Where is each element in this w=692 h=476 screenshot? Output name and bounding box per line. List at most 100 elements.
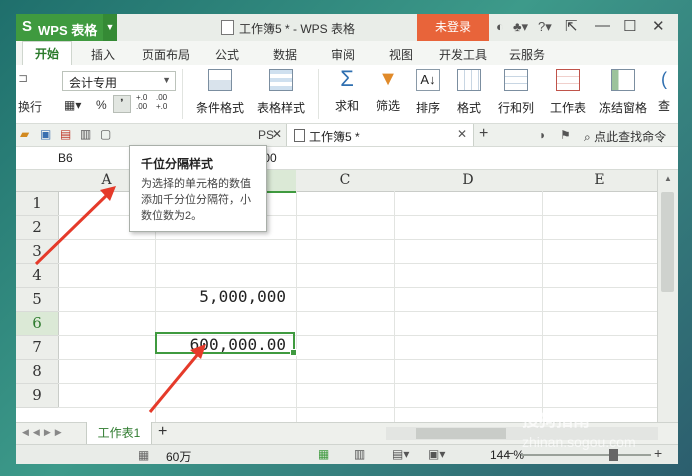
- row-header-5[interactable]: 5: [16, 288, 59, 312]
- column-header-c[interactable]: C: [296, 170, 395, 192]
- row-header-2[interactable]: 2: [16, 216, 59, 240]
- gridline: [58, 335, 657, 336]
- scrollbar-thumb[interactable]: [416, 428, 506, 439]
- row-header-7[interactable]: 7: [16, 336, 59, 360]
- login-button[interactable]: 未登录: [417, 14, 489, 41]
- save-icon[interactable]: ▣: [40, 127, 51, 141]
- row-header-3[interactable]: 3: [16, 240, 59, 264]
- scroll-up-icon[interactable]: ▲: [664, 174, 672, 183]
- vertical-scrollbar[interactable]: ▲: [657, 170, 678, 422]
- row-header-8[interactable]: 8: [16, 360, 59, 384]
- watermark-url: zhinan.sogou.com: [522, 434, 636, 450]
- wps-logo-icon: S: [22, 18, 33, 35]
- zoom-slider[interactable]: [521, 449, 651, 461]
- cell-b4[interactable]: 5,000,000: [156, 287, 286, 306]
- gridline: [58, 311, 657, 312]
- accounting-format-icon[interactable]: ▦▾: [64, 98, 81, 112]
- close-tab-icon[interactable]: ✕: [272, 127, 282, 141]
- zoom-in-icon[interactable]: +: [654, 445, 662, 461]
- page-break-view-icon[interactable]: ▤▾: [392, 447, 409, 461]
- percent-button[interactable]: %: [96, 98, 107, 112]
- gridline: [296, 191, 297, 422]
- document-icon: [221, 20, 234, 35]
- tab-data[interactable]: 数据: [273, 46, 297, 63]
- rows-columns-button[interactable]: 行和列: [490, 69, 542, 116]
- help-icon[interactable]: ?▾: [538, 19, 552, 35]
- filter-button[interactable]: ▼ 筛选: [368, 69, 408, 114]
- chevron-down-icon[interactable]: ▼: [103, 14, 117, 41]
- maximize-icon[interactable]: ☐: [623, 17, 636, 35]
- format-label: 格式: [456, 101, 481, 115]
- row-header-4[interactable]: 4: [16, 264, 59, 288]
- bookmark-icon[interactable]: ◗: [539, 128, 546, 142]
- window-title-text: 工作簿5 * - WPS 表格: [239, 22, 356, 36]
- preview-icon[interactable]: ▢: [100, 127, 111, 141]
- tab-view[interactable]: 视图: [389, 46, 413, 63]
- spreadsheet-grid[interactable]: A B C D E 1 2 3 4 5 6 7 8 9 5,000,000 60…: [16, 170, 658, 422]
- column-header-d[interactable]: D: [394, 170, 543, 192]
- worksheet-button[interactable]: 工作表: [544, 69, 592, 116]
- pdf-icon[interactable]: ▤: [60, 127, 71, 141]
- app-menu-button[interactable]: S WPS 表格 ▼: [16, 14, 117, 41]
- tab-cloud[interactable]: 云服务: [509, 46, 545, 63]
- minimize-icon[interactable]: —: [595, 17, 610, 34]
- sort-button[interactable]: A↓ 排序: [408, 69, 448, 116]
- tab-home[interactable]: 开始: [22, 41, 73, 66]
- new-tab-icon[interactable]: +: [479, 125, 488, 143]
- thousands-separator-button[interactable]: ❜: [113, 95, 131, 113]
- tooltip-description: 为选择的单元格的数值添加千分位分隔符，小数位数为2。: [141, 178, 251, 222]
- zoom-slider-handle[interactable]: [609, 449, 618, 461]
- name-box[interactable]: B6: [58, 151, 73, 165]
- number-format-select[interactable]: 会计专用 ▼: [62, 71, 176, 91]
- row-header-1[interactable]: 1: [16, 192, 59, 216]
- increase-decimal-button[interactable]: +.0 .00: [136, 93, 152, 111]
- page-layout-view-icon[interactable]: ▥: [354, 447, 365, 461]
- close-tab-icon[interactable]: ✕: [457, 127, 467, 141]
- decrease-decimal-button[interactable]: .00 +.0: [156, 93, 172, 111]
- sort-label: 排序: [415, 101, 440, 115]
- freeze-panes-button[interactable]: 冻结窗格: [596, 69, 650, 116]
- tab-page-layout[interactable]: 页面布局: [142, 46, 190, 63]
- watermark-brand: 搜狗指南: [522, 411, 590, 430]
- table-style-button[interactable]: 表格样式: [252, 69, 310, 116]
- wrap-icon[interactable]: ⊐: [18, 71, 28, 85]
- flag-icon[interactable]: ⚑: [560, 128, 571, 142]
- add-sheet-icon[interactable]: +: [158, 423, 167, 441]
- divider: [318, 69, 319, 119]
- row-header-6[interactable]: 6: [16, 312, 59, 336]
- tab-insert[interactable]: 插入: [91, 46, 115, 63]
- wrap-text-button[interactable]: 换行: [18, 98, 42, 115]
- reading-mode-icon[interactable]: ▣▾: [428, 447, 445, 461]
- sum-button[interactable]: Σ 求和: [326, 68, 368, 114]
- tab-review[interactable]: 审阅: [331, 46, 355, 63]
- number-format-value: 会计专用: [69, 76, 118, 90]
- skin-icon[interactable]: ◐: [496, 19, 504, 34]
- sheet-nav-arrows-icon[interactable]: ◀◀▶▶: [22, 427, 66, 438]
- scrollbar-thumb[interactable]: [661, 192, 674, 292]
- find-label: 查: [657, 99, 670, 113]
- document-icon: [294, 129, 305, 142]
- sheet-tab-1[interactable]: 工作表1: [86, 422, 152, 445]
- wps-window: S WPS 表格 ▼ 工作簿5 * - WPS 表格 未登录 ◐ ♣▾ ?▾ ⇱…: [16, 14, 678, 464]
- tab-formulas[interactable]: 公式: [215, 46, 239, 63]
- find-button[interactable]: ( 查: [652, 69, 676, 114]
- document-tab-active[interactable]: 工作簿5 * ✕: [286, 124, 474, 146]
- restore-up-icon[interactable]: ⇱: [565, 17, 578, 35]
- normal-view-icon[interactable]: ▦: [318, 447, 329, 461]
- shirt-icon[interactable]: ♣▾: [513, 19, 528, 35]
- close-icon[interactable]: ✕: [652, 17, 665, 35]
- conditional-format-button[interactable]: 条件格式: [188, 69, 252, 116]
- tab-developer[interactable]: 开发工具: [439, 46, 487, 63]
- cell-b6[interactable]: 600,000.00: [156, 335, 286, 354]
- gridline: [58, 287, 657, 288]
- open-folder-icon[interactable]: ▰: [20, 127, 29, 141]
- command-search[interactable]: ⌕ 点此查找命令: [584, 128, 666, 145]
- zoom-out-icon[interactable]: −: [506, 445, 514, 461]
- print-icon[interactable]: ▥: [80, 127, 91, 141]
- chevron-down-icon: ▼: [162, 75, 171, 85]
- format-button[interactable]: 格式: [448, 69, 490, 116]
- row-header-9[interactable]: 9: [16, 384, 59, 408]
- funnel-icon: ▼: [378, 68, 398, 90]
- column-header-e[interactable]: E: [542, 170, 658, 192]
- select-all-corner[interactable]: [16, 170, 59, 192]
